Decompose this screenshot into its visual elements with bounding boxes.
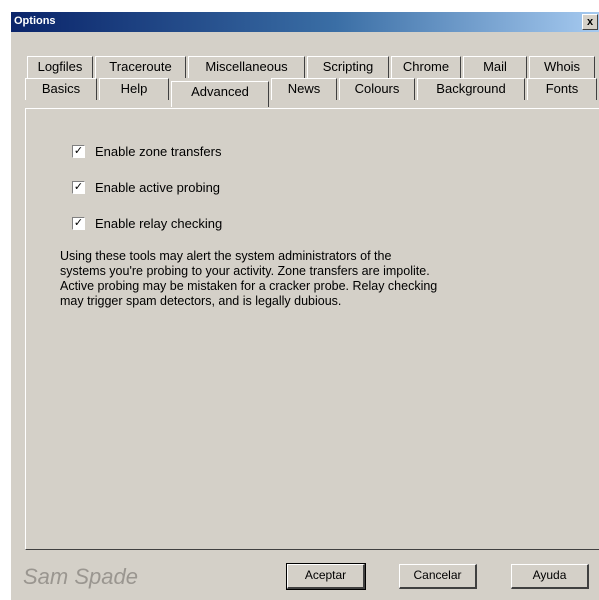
tab-scripting[interactable]: Scripting bbox=[307, 56, 389, 78]
tab-background[interactable]: Background bbox=[417, 78, 525, 100]
active-probing-label: Enable active probing bbox=[95, 180, 221, 195]
title-bar: Options x bbox=[11, 12, 599, 32]
accept-button[interactable]: Aceptar bbox=[286, 563, 366, 590]
zone-transfers-checkbox[interactable]: ✓ bbox=[72, 145, 85, 158]
tab-mail[interactable]: Mail bbox=[463, 56, 527, 78]
advanced-panel: ✓ Enable zone transfers ✓ Enable active … bbox=[25, 108, 599, 550]
tab-help[interactable]: Help bbox=[99, 78, 169, 100]
active-probing-checkbox[interactable]: ✓ bbox=[72, 181, 85, 194]
brand-logo: Sam Spade bbox=[23, 564, 138, 589]
zone-transfers-label: Enable zone transfers bbox=[95, 144, 222, 159]
tab-traceroute[interactable]: Traceroute bbox=[95, 56, 186, 78]
tab-colours[interactable]: Colours bbox=[339, 78, 415, 100]
close-button[interactable]: x bbox=[582, 14, 598, 30]
tab-chrome[interactable]: Chrome bbox=[391, 56, 461, 78]
window-title: Options bbox=[14, 15, 56, 27]
tab-news[interactable]: News bbox=[271, 78, 337, 100]
relay-checking-checkbox[interactable]: ✓ bbox=[72, 217, 85, 230]
tab-fonts[interactable]: Fonts bbox=[527, 78, 597, 100]
tab-advanced[interactable]: Advanced bbox=[171, 81, 269, 107]
warning-text: Using these tools may alert the system a… bbox=[60, 249, 438, 308]
help-button[interactable]: Ayuda bbox=[511, 564, 589, 589]
cancel-button[interactable]: Cancelar bbox=[399, 564, 477, 589]
tab-whois[interactable]: Whois bbox=[529, 56, 595, 78]
tab-logfiles[interactable]: Logfiles bbox=[27, 56, 93, 78]
tab-basics[interactable]: Basics bbox=[25, 78, 97, 100]
options-dialog: Options x Logfiles Traceroute Miscellane… bbox=[10, 11, 599, 600]
relay-checking-label: Enable relay checking bbox=[95, 216, 223, 231]
tab-miscellaneous[interactable]: Miscellaneous bbox=[188, 56, 305, 78]
